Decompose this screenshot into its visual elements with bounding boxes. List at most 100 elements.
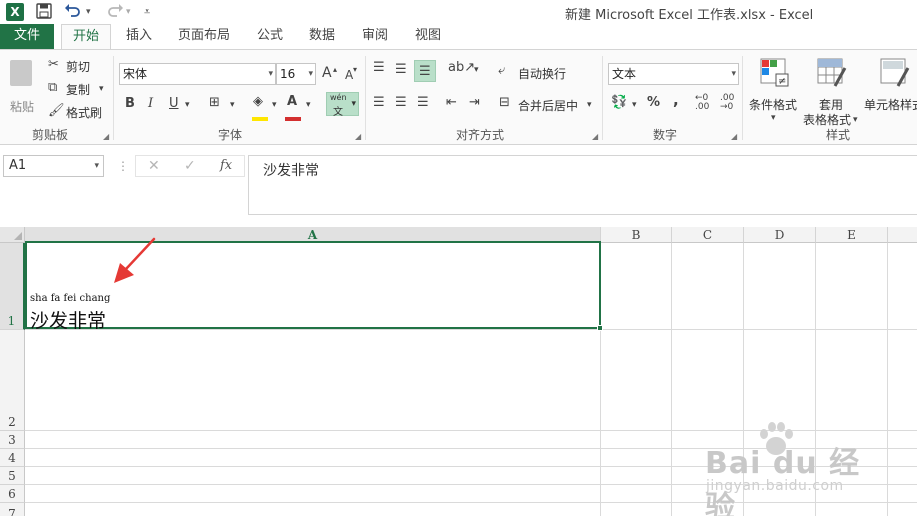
underline-dropdown-icon[interactable]: ▾: [185, 97, 190, 113]
row-header-5[interactable]: 5: [0, 467, 25, 485]
row-header-6[interactable]: 6: [0, 485, 25, 503]
number-launcher-icon[interactable]: ◢: [731, 132, 737, 141]
redo-icon[interactable]: [106, 3, 124, 21]
tab-insert[interactable]: 插入: [116, 24, 162, 49]
align-right-icon[interactable]: ☰: [417, 95, 429, 111]
cell-styles-button[interactable]: 单元格样式: [864, 56, 917, 122]
alignment-group-label: 对齐方式: [455, 128, 504, 142]
borders-icon[interactable]: ⊞: [209, 95, 220, 111]
accounting-dropdown-icon[interactable]: ▾: [632, 97, 637, 113]
tab-home[interactable]: 开始: [61, 24, 111, 50]
copy-button[interactable]: 复制: [66, 81, 90, 98]
decrease-decimal-icon[interactable]: .00 →0: [720, 94, 734, 112]
tab-file[interactable]: 文件: [0, 24, 54, 49]
save-icon[interactable]: [36, 3, 52, 21]
column-header-e[interactable]: E: [816, 227, 888, 243]
align-bottom-button[interactable]: ☰: [414, 60, 436, 82]
formula-input[interactable]: 沙发非常: [248, 155, 917, 215]
name-box[interactable]: A1 ▾: [3, 155, 104, 177]
undo-dropdown-icon[interactable]: ▾: [86, 3, 91, 21]
merge-center-button[interactable]: 合并后居中: [518, 97, 578, 114]
font-color-dropdown-icon[interactable]: ▾: [306, 97, 311, 113]
watermark-brand: Bai du 经验: [705, 446, 861, 516]
orientation-icon[interactable]: ab↗: [448, 60, 475, 76]
increase-indent-icon[interactable]: ⇥: [469, 95, 480, 111]
row-header-4[interactable]: 4: [0, 449, 25, 467]
excel-logo-icon: X: [6, 3, 24, 21]
more-options-icon[interactable]: ⋮: [117, 159, 129, 173]
font-name-select[interactable]: 宋体 ▾: [119, 63, 276, 85]
group-divider: [602, 56, 603, 140]
copy-icon: ⧉: [48, 80, 58, 95]
clipboard-launcher-icon[interactable]: ◢: [103, 132, 109, 141]
row-header-3[interactable]: 3: [0, 431, 25, 449]
group-divider: [365, 56, 366, 140]
orientation-dropdown-icon[interactable]: ▾: [474, 62, 479, 78]
bold-button[interactable]: B: [125, 96, 135, 112]
cancel-icon[interactable]: ✕: [148, 158, 160, 174]
column-header-f[interactable]: [888, 227, 917, 243]
gridline: [671, 243, 672, 516]
customize-icon[interactable]: ⩡: [144, 3, 150, 21]
number-format-value: 文本: [612, 67, 637, 81]
align-left-icon[interactable]: ☰: [373, 95, 385, 111]
fill-dropdown-icon[interactable]: ▾: [272, 97, 277, 113]
chevron-down-icon: ▾: [268, 69, 273, 79]
tab-page-layout[interactable]: 页面布局: [172, 24, 236, 49]
column-header-b[interactable]: B: [601, 227, 672, 243]
font-group-label: 字体: [217, 128, 242, 142]
alignment-launcher-icon[interactable]: ◢: [592, 132, 598, 141]
increase-decimal-icon[interactable]: ←0.00: [695, 94, 709, 112]
shrink-font-icon: ▾: [353, 65, 358, 74]
row-header-4-label: 4: [8, 451, 16, 465]
row-header-1[interactable]: 1: [0, 243, 25, 330]
group-divider: [742, 56, 743, 140]
align-top-icon[interactable]: ☰: [373, 60, 385, 76]
font-size-select[interactable]: 16 ▾: [276, 63, 316, 85]
format-as-table-button[interactable]: 套用 表格格式 ▾: [801, 56, 861, 127]
paste-button[interactable]: 粘贴: [8, 58, 38, 114]
wrap-text-button[interactable]: 自动换行: [518, 65, 566, 82]
fill-color-icon[interactable]: ◈: [253, 94, 263, 110]
accounting-icon[interactable]: 💱: [611, 95, 627, 111]
borders-dropdown-icon[interactable]: ▾: [230, 97, 235, 113]
tab-data[interactable]: 数据: [302, 24, 342, 49]
fill-handle[interactable]: [597, 325, 603, 331]
tab-formulas[interactable]: 公式: [250, 24, 290, 49]
column-header-c[interactable]: C: [672, 227, 744, 243]
italic-button[interactable]: I: [148, 96, 153, 112]
undo-icon[interactable]: [64, 3, 82, 21]
tab-review[interactable]: 审阅: [355, 24, 395, 49]
cut-button[interactable]: 剪切: [66, 58, 90, 75]
align-center-icon[interactable]: ☰: [395, 95, 407, 111]
redo-dropdown-icon[interactable]: ▾: [126, 3, 131, 21]
row-header-2[interactable]: 2: [0, 330, 25, 431]
conditional-format-button[interactable]: ≠ 条件格式 ▾: [749, 56, 801, 123]
row-header-5-label: 5: [8, 469, 16, 483]
merge-dropdown-icon[interactable]: ▾: [587, 97, 592, 113]
font-color-button[interactable]: A: [287, 94, 297, 110]
font-launcher-icon[interactable]: ◢: [355, 132, 361, 141]
enter-icon[interactable]: ✓: [184, 158, 196, 174]
format-painter-button[interactable]: 格式刷: [66, 104, 102, 121]
group-divider: [113, 56, 114, 140]
align-middle-icon[interactable]: ☰: [395, 62, 407, 78]
insert-function-icon[interactable]: fx: [220, 158, 232, 173]
percent-button[interactable]: %: [647, 95, 660, 111]
column-header-d[interactable]: D: [744, 227, 816, 243]
grow-font-button[interactable]: A: [322, 65, 332, 81]
decrease-indent-icon[interactable]: ⇤: [446, 95, 457, 111]
shrink-font-button[interactable]: A: [345, 67, 353, 83]
conditional-dropdown-icon: ▾: [771, 113, 776, 123]
select-all-button[interactable]: [0, 227, 25, 243]
name-box-value: A1: [9, 158, 27, 173]
grow-font-icon: ▴: [333, 65, 338, 74]
tab-view[interactable]: 视图: [408, 24, 448, 49]
phonetic-guide-button[interactable]: wén 文 ▾: [326, 92, 359, 118]
cell-styles-label: 单元格样式: [864, 98, 917, 112]
number-format-select[interactable]: 文本 ▾: [608, 63, 739, 85]
copy-dropdown-icon[interactable]: ▾: [99, 81, 104, 97]
underline-button[interactable]: U: [169, 96, 179, 112]
row-header-7[interactable]: 7: [0, 503, 25, 516]
comma-button[interactable]: ,: [673, 92, 679, 108]
